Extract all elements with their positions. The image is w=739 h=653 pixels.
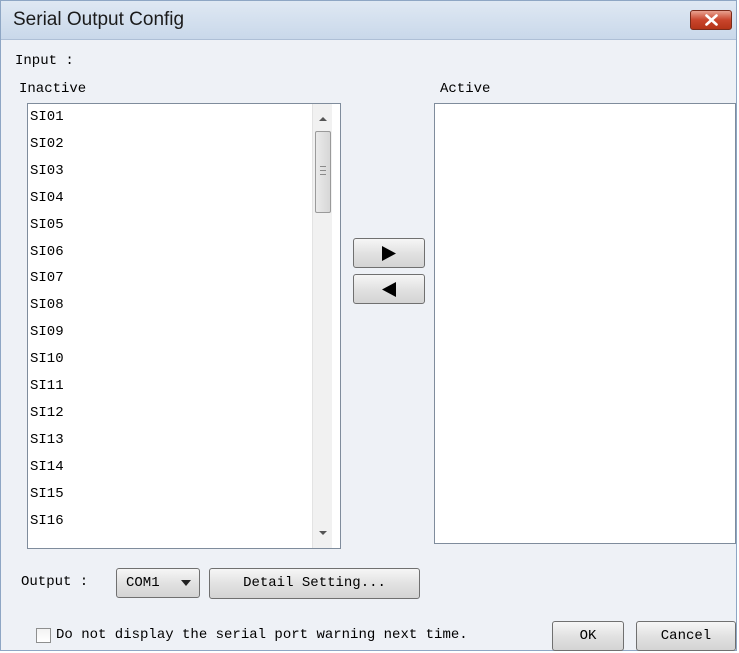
list-item[interactable]: SI05 <box>30 215 64 235</box>
close-button[interactable] <box>690 10 732 30</box>
input-label: Input : <box>15 53 74 69</box>
list-item[interactable]: SI15 <box>30 484 64 504</box>
list-item[interactable]: SI03 <box>30 161 64 181</box>
list-item[interactable]: SI10 <box>30 349 64 369</box>
list-item[interactable]: SI07 <box>30 268 64 288</box>
inactive-scrollbar[interactable] <box>312 104 332 548</box>
move-to-inactive-button[interactable] <box>353 274 425 304</box>
list-item[interactable]: SI01 <box>30 107 64 127</box>
inactive-listbox[interactable]: SI01 SI02 SI03 SI04 SI05 SI06 SI07 SI08 SI09 SI10… <box>27 103 341 549</box>
list-item[interactable]: SI13 <box>30 430 64 450</box>
list-item[interactable]: SI04 <box>30 188 64 208</box>
detail-setting-button[interactable]: Detail Setting... <box>209 568 420 599</box>
chevron-down-icon <box>181 580 191 586</box>
active-listbox[interactable] <box>434 103 736 544</box>
warning-checkbox-label: Do not display the serial port warning n… <box>56 627 468 643</box>
port-select[interactable]: COM1 <box>116 568 200 598</box>
inactive-label: Inactive <box>19 81 87 97</box>
window-title: Serial Output Config <box>13 9 185 30</box>
scroll-down-icon[interactable] <box>318 528 328 538</box>
right-triangle-icon <box>382 246 396 261</box>
list-item[interactable]: SI11 <box>30 376 64 396</box>
close-icon <box>705 14 718 26</box>
cancel-button[interactable]: Cancel <box>636 621 736 651</box>
move-to-active-button[interactable] <box>353 238 425 268</box>
serial-output-config-dialog: Serial Output Config Input : Inactive Ac… <box>0 0 737 651</box>
list-item[interactable]: SI12 <box>30 403 64 423</box>
list-item[interactable]: SI08 <box>30 295 64 315</box>
warning-checkbox[interactable] <box>36 628 51 643</box>
list-item[interactable]: SI09 <box>30 322 64 342</box>
list-item[interactable]: SI06 <box>30 242 64 262</box>
scroll-thumb[interactable] <box>315 131 331 213</box>
scroll-up-icon[interactable] <box>318 114 328 124</box>
grip-line <box>320 166 326 167</box>
ok-button[interactable]: OK <box>552 621 624 651</box>
list-item[interactable]: SI16 <box>30 511 64 531</box>
active-label: Active <box>440 81 491 97</box>
list-item[interactable]: SI14 <box>30 457 64 477</box>
list-item[interactable]: SI02 <box>30 134 64 154</box>
title-bar[interactable]: Serial Output Config <box>1 1 736 40</box>
output-label: Output : <box>21 574 89 590</box>
left-triangle-icon <box>382 282 396 297</box>
grip-line <box>320 174 326 175</box>
port-select-value: COM1 <box>126 575 160 591</box>
grip-line <box>320 170 326 171</box>
